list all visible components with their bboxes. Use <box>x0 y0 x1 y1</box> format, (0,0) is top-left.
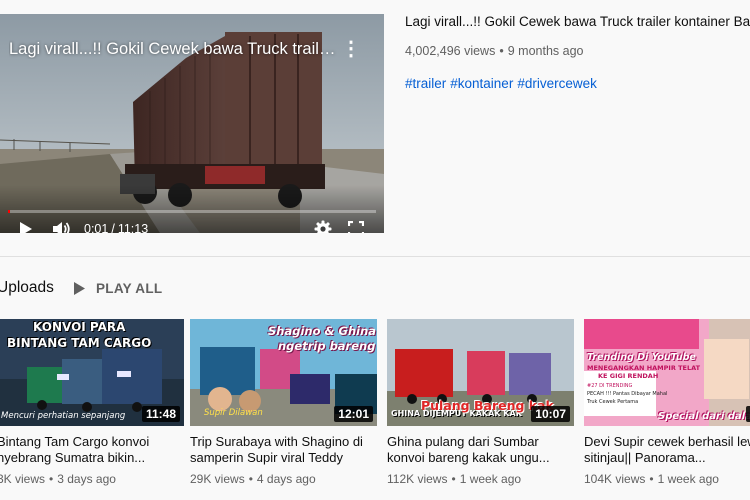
meta-separator: • <box>248 472 253 486</box>
card-views: 104K views <box>584 472 646 486</box>
video-thumbnail[interactable]: KONVOI PARA BINTANG TAM CARGO Mencuri pe… <box>0 319 184 426</box>
duration-badge: 12:01 <box>334 406 373 422</box>
video-card[interactable]: GHINA DIJEMPUT KAKAK KAK Pulang Bareng k… <box>387 319 574 486</box>
video-thumbnail[interactable]: Trending Di YouTube MENEGANGKAN HAMPIR T… <box>584 319 750 426</box>
thumbnail-text: ngetrip bareng <box>278 339 376 353</box>
thumbnail-text: #27 DI TRENDING <box>587 383 633 389</box>
thumbnail-text: PECAH !!! Pantas Dibayar Mahal <box>587 391 668 397</box>
thumbnail-text: Mencuri perhatian sepanjang <box>1 411 126 421</box>
uploads-heading[interactable]: Uploads <box>0 279 54 297</box>
thumbnail-text: KONVOI PARA <box>33 320 126 334</box>
card-title[interactable]: Bintang Tam Cargo konvoi nyebrang Sumatr… <box>0 434 184 466</box>
settings-gear-icon[interactable] <box>312 218 334 233</box>
hashtag-link[interactable]: #drivercewek <box>517 76 597 91</box>
play-all-label: PLAY ALL <box>96 280 163 296</box>
card-meta: 104K views • 1 week ago <box>584 472 750 486</box>
video-player[interactable]: Lagi virall...!! Gokil Cewek bawa Truck … <box>0 14 384 233</box>
meta-separator: • <box>49 472 54 486</box>
play-icon[interactable] <box>15 218 37 233</box>
duration-badge: 13 <box>745 406 750 422</box>
meta-separator: • <box>499 44 504 58</box>
card-age: 1 week ago <box>657 472 719 486</box>
video-card[interactable]: Shagino & Ghina ngetrip bareng Supir Dil… <box>190 319 377 486</box>
thumbnail-text: Shagino & Ghina <box>268 324 377 338</box>
card-meta: 3K views • 3 days ago <box>0 472 184 486</box>
thumbnail-text: MENEGANGKAN HAMPIR TELAT <box>587 364 701 372</box>
card-age: 1 week ago <box>459 472 522 486</box>
thumbnail-text: Special dari dalam <box>658 411 750 422</box>
meta-separator: • <box>649 472 654 486</box>
card-views: 3K views <box>0 472 46 486</box>
upload-age: 9 months ago <box>507 44 584 58</box>
hashtag-link[interactable]: #trailer <box>405 76 446 91</box>
card-meta: 112K views • 1 week ago <box>387 472 574 486</box>
time-separator: / <box>111 222 115 233</box>
player-title[interactable]: Lagi virall...!! Gokil Cewek bawa Truck … <box>9 40 339 59</box>
hashtag-list: #trailer #kontainer #drivercewek <box>405 76 601 91</box>
channel-page: Lagi virall...!! Gokil Cewek bawa Truck … <box>0 0 750 500</box>
duration-badge: 11:48 <box>141 406 180 422</box>
card-title[interactable]: Devi Supir cewek berhasil lewati sitinja… <box>584 434 750 466</box>
video-card[interactable]: Trending Di YouTube MENEGANGKAN HAMPIR T… <box>584 319 750 486</box>
view-count: 4,002,496 views <box>405 44 496 58</box>
card-views: 29K views <box>190 472 245 486</box>
volume-icon[interactable] <box>51 218 73 233</box>
duration-badge: 10:07 <box>531 406 570 422</box>
card-views: 112K views <box>387 472 448 486</box>
thumbnail-text: Supir Dilawan <box>204 408 263 418</box>
time-display: 0:01/11:13 <box>84 222 148 233</box>
video-title[interactable]: Lagi virall...!! Gokil Cewek bawa Truck … <box>405 14 750 29</box>
meta-separator: • <box>451 472 456 486</box>
play-all-icon <box>74 281 85 295</box>
thumbnail-text: Trending Di YouTube <box>587 352 696 363</box>
total-time: 11:13 <box>117 222 149 233</box>
section-divider <box>0 256 750 257</box>
card-age: 4 days ago <box>256 472 316 486</box>
video-card[interactable]: KONVOI PARA BINTANG TAM CARGO Mencuri pe… <box>0 319 184 486</box>
progress-bar[interactable] <box>8 210 376 213</box>
video-meta: 4,002,496 views • 9 months ago <box>405 44 583 58</box>
more-options-icon[interactable]: ⋮ <box>341 37 361 61</box>
thumbnail-text: BINTANG TAM CARGO <box>7 336 152 350</box>
card-meta: 29K views • 4 days ago <box>190 472 377 486</box>
card-title[interactable]: Ghina pulang dari Sumbar konvoi bareng k… <box>387 434 574 466</box>
card-age: 3 days ago <box>57 472 116 486</box>
card-title[interactable]: Trip Surabaya with Shagino di samperin S… <box>190 434 377 466</box>
video-thumbnail[interactable]: GHINA DIJEMPUT KAKAK KAK Pulang Bareng k… <box>387 319 574 426</box>
progress-fill <box>8 210 11 213</box>
fullscreen-icon[interactable] <box>345 218 367 233</box>
hashtag-link[interactable]: #kontainer <box>450 76 513 91</box>
play-all-button[interactable]: PLAY ALL <box>74 278 162 298</box>
current-time: 0:01 <box>84 222 109 233</box>
thumbnail-text: Truk Cewek Pertama <box>587 399 639 405</box>
video-thumbnail[interactable]: Shagino & Ghina ngetrip bareng Supir Dil… <box>190 319 377 426</box>
thumbnail-text: KE GIGI RENDAH <box>598 372 659 380</box>
